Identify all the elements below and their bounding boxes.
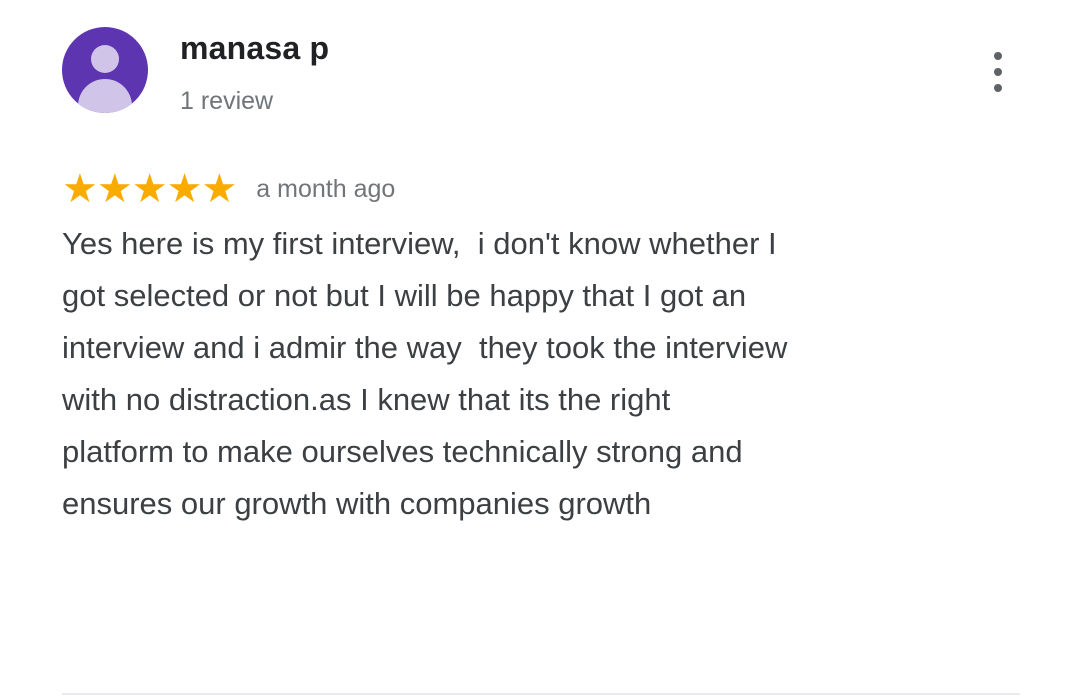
reviewer-name[interactable]: manasa p <box>180 30 329 67</box>
more-vert-icon <box>994 52 1002 60</box>
person-icon-body <box>78 79 132 113</box>
divider <box>62 693 1020 695</box>
rating-row: ★ ★ ★ ★ ★ a month ago <box>62 168 395 210</box>
reviewer-avatar[interactable] <box>62 27 148 113</box>
review-card: manasa p 1 review ★ ★ ★ ★ ★ a month ago Yes … <box>0 0 1080 698</box>
star-icon: ★ <box>166 166 203 212</box>
star-icon: ★ <box>201 166 238 212</box>
review-text: Yes here is my first interview, i don't … <box>62 226 788 521</box>
star-icon: ★ <box>131 166 168 212</box>
star-rating: ★ ★ ★ ★ ★ <box>62 166 238 212</box>
star-icon: ★ <box>96 166 133 212</box>
more-vert-icon <box>994 84 1002 92</box>
person-icon <box>91 45 119 73</box>
more-vert-icon <box>994 68 1002 76</box>
star-icon: ★ <box>62 166 98 212</box>
review-date: a month ago <box>256 174 396 203</box>
review-count[interactable]: 1 review <box>180 87 273 116</box>
more-options-button[interactable] <box>980 48 1016 96</box>
